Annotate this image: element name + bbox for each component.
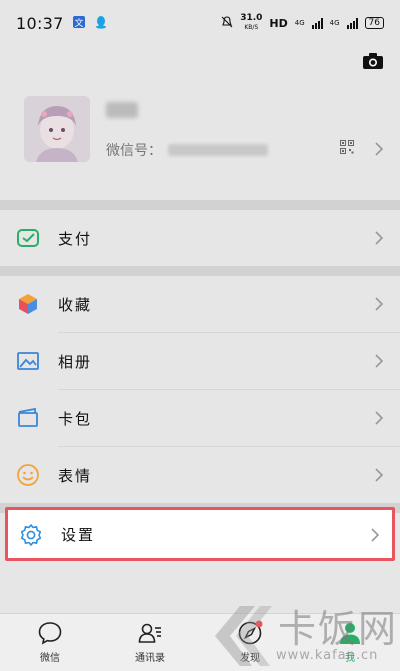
chevron-right-icon bbox=[375, 231, 384, 245]
menu-item-album[interactable]: 相册 bbox=[0, 333, 400, 389]
net-speed: 31.0 KB/S bbox=[240, 14, 262, 32]
gear-icon bbox=[20, 524, 42, 546]
menu-label-stickers: 表情 bbox=[58, 466, 93, 485]
menu-item-cards[interactable]: 卡包 bbox=[0, 390, 400, 446]
chevron-right-icon bbox=[375, 297, 384, 311]
translate-icon: 文 bbox=[72, 15, 86, 32]
watermark-url: www.kafan.cn bbox=[276, 648, 379, 663]
mute-bell-icon bbox=[221, 15, 233, 31]
status-right: 31.0 KB/S HD 4G 4G 76 bbox=[221, 14, 384, 32]
status-time: 10:37 bbox=[16, 13, 64, 33]
section-gap bbox=[0, 266, 400, 276]
chevron-right-icon bbox=[375, 142, 384, 156]
tab-label-contacts: 通讯录 bbox=[135, 653, 165, 664]
signal-2-bars-icon bbox=[346, 17, 358, 29]
svg-text:文: 文 bbox=[74, 17, 83, 29]
avatar[interactable] bbox=[24, 96, 90, 162]
watermark-brand: 卡饭网 bbox=[278, 607, 399, 651]
wechat-me-screen: 10:37 文 31.0 KB/S HD 4G 4G 76 微信号： 支付 收藏… bbox=[0, 0, 400, 671]
signal-2-label: 4G bbox=[329, 19, 340, 27]
menu-label-cards: 卡包 bbox=[58, 409, 93, 428]
wechat-id-blurred bbox=[168, 144, 268, 156]
wechat-id-row: 微信号： bbox=[106, 140, 268, 160]
menu-item-pay[interactable]: 支付 bbox=[0, 210, 400, 266]
net-speed-value: 31.0 bbox=[240, 13, 263, 23]
qr-code-icon[interactable] bbox=[340, 140, 354, 154]
signal-1-label: 4G bbox=[294, 19, 305, 27]
qq-icon bbox=[94, 15, 108, 32]
signal-1-bars-icon bbox=[311, 17, 323, 29]
chevron-right-icon bbox=[371, 528, 380, 542]
menu-label-pay: 支付 bbox=[58, 229, 93, 248]
contacts-icon bbox=[138, 623, 161, 643]
tab-label-chats: 微信 bbox=[40, 653, 60, 664]
nickname-blurred bbox=[106, 102, 138, 118]
camera-icon[interactable] bbox=[362, 52, 384, 70]
chevron-right-icon bbox=[375, 411, 384, 425]
chevron-right-icon bbox=[375, 468, 384, 482]
chat-bubble-icon bbox=[38, 622, 62, 645]
menu-item-stickers[interactable]: 表情 bbox=[0, 447, 400, 503]
tab-contacts[interactable]: 通讯录 bbox=[110, 620, 190, 670]
net-speed-unit: KB/S bbox=[244, 24, 259, 31]
chevron-right-icon bbox=[375, 354, 384, 368]
album-picture-icon bbox=[17, 352, 39, 370]
menu-label-settings: 设置 bbox=[61, 526, 96, 544]
menu-item-favorites[interactable]: 收藏 bbox=[0, 276, 400, 332]
menu-label-favorites: 收藏 bbox=[58, 295, 93, 314]
pay-icon bbox=[17, 229, 39, 247]
profile-header[interactable]: 微信号： bbox=[0, 80, 400, 190]
tab-chats[interactable]: 微信 bbox=[10, 620, 90, 670]
menu-item-settings[interactable]: 设置 bbox=[5, 507, 395, 561]
section-gap bbox=[0, 200, 400, 210]
hd-label: HD bbox=[269, 16, 288, 30]
battery-icon: 76 bbox=[364, 17, 384, 29]
smiley-icon bbox=[17, 464, 39, 486]
favorites-cube-icon bbox=[19, 294, 37, 314]
wechat-id-label: 微信号： bbox=[106, 143, 162, 159]
status-bar: 10:37 文 31.0 KB/S HD 4G 4G 76 bbox=[0, 0, 400, 46]
wallet-card-icon bbox=[18, 407, 38, 427]
menu-label-album: 相册 bbox=[58, 352, 93, 371]
